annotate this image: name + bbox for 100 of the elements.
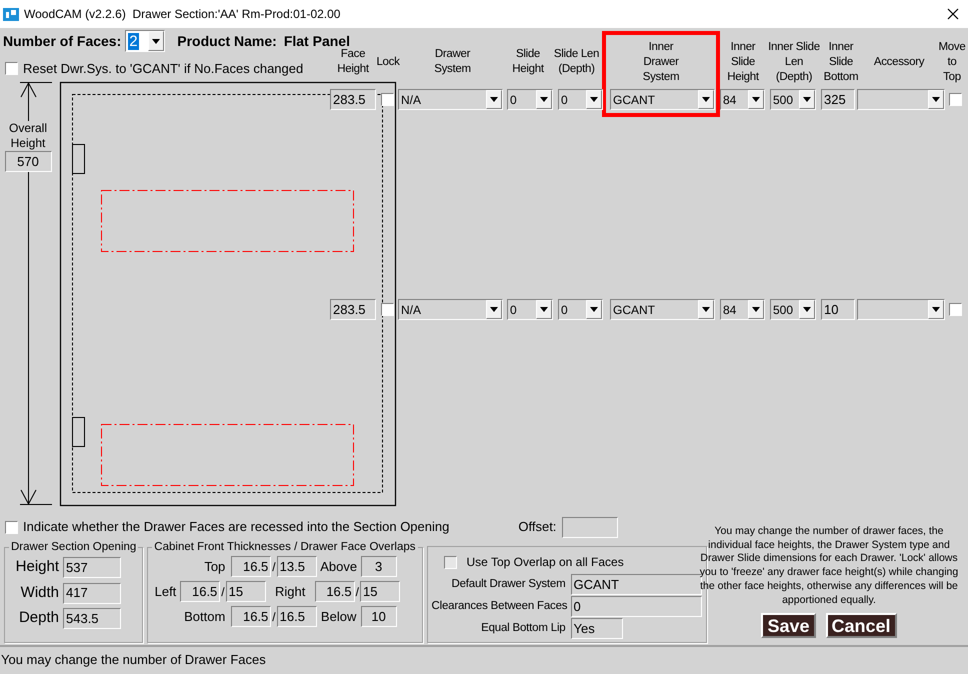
caret-icon — [932, 307, 940, 312]
input-field[interactable]: 570 — [4, 151, 52, 172]
help-text: You may change the number of drawer faces, the individual face heights, the Drawer System type and Drawer Slide dimensions for each Drawer. 'Lock' allows you to 'freeze' any drawer face height(s) while changing the other face heights, otherwise any differences will be apportioned equally. — [698, 525, 960, 608]
checkbox[interactable] — [949, 93, 962, 106]
field-label: Equal Bottom Lip — [480, 620, 566, 636]
dropdown[interactable] — [857, 299, 945, 320]
window-title: WoodCAM (v2.2.6) Drawer Section:'AA' Rm-Prod:01-02.00 — [24, 6, 340, 23]
close-icon[interactable] — [947, 8, 959, 20]
input-field[interactable]: 3 — [360, 556, 397, 578]
checkbox[interactable] — [5, 62, 18, 76]
dropdown[interactable]: 0 — [507, 299, 553, 320]
dropdown-arrow-button[interactable] — [586, 90, 602, 109]
dropdown-arrow-button[interactable] — [586, 300, 602, 319]
input-field[interactable]: 537 — [63, 557, 121, 578]
dropdown-arrow-button[interactable] — [486, 90, 502, 109]
input-field[interactable]: GCANT — [570, 574, 702, 595]
input-field[interactable] — [562, 516, 618, 538]
dropdown-arrow-button[interactable] — [698, 90, 714, 109]
group-title: Cabinet Front Thicknesses / Drawer Face Overlaps — [153, 540, 416, 555]
handle — [72, 144, 85, 174]
dropdown[interactable]: N/A — [398, 299, 503, 320]
dropdown[interactable]: 500 — [770, 89, 816, 110]
field-label: Width — [20, 582, 59, 603]
dropdown-arrow-button[interactable] — [799, 300, 815, 319]
dropdown[interactable]: 0 — [558, 299, 603, 320]
checkbox-label: Use Top Overlap on all Faces — [466, 554, 624, 571]
dropdown-arrow-button[interactable] — [748, 90, 764, 109]
faces-count-dropdown[interactable]: 2 — [125, 30, 166, 52]
dropdown-arrow-button[interactable] — [928, 300, 944, 319]
field-label: Left — [154, 583, 178, 601]
input-field[interactable]: 16.5 — [231, 556, 272, 578]
product-name: Flat Panel — [284, 32, 350, 49]
input-field[interactable]: 15 — [226, 581, 266, 602]
caret-icon — [152, 38, 160, 44]
checkbox-label: Indicate whether the Drawer Faces are recessed into the Section Opening — [23, 518, 450, 536]
input-field[interactable]: 16.5 — [180, 581, 220, 602]
dropdown[interactable]: GCANT — [610, 89, 715, 110]
input-field[interactable]: 283.5 — [330, 89, 376, 110]
input-field[interactable]: Yes — [570, 618, 622, 639]
input-field[interactable]: 10 — [360, 606, 397, 628]
dropdown-arrow-button[interactable] — [536, 300, 552, 319]
input-field[interactable]: 417 — [63, 582, 121, 604]
input-field[interactable]: 325 — [821, 89, 855, 110]
input-field[interactable]: 16.5 — [276, 606, 317, 628]
caret-icon — [803, 97, 811, 102]
dropdown-arrow-button[interactable] — [748, 300, 764, 319]
dropdown[interactable]: 84 — [720, 299, 765, 320]
dropdown-arrow-button[interactable] — [148, 31, 164, 51]
field-label: Depth — [18, 608, 59, 628]
field-label: Below — [320, 608, 358, 626]
dropdown-arrow-button[interactable] — [799, 90, 815, 109]
input-field[interactable]: 16.5 — [231, 606, 272, 628]
input-field[interactable]: 13.5 — [276, 556, 317, 578]
checkbox[interactable] — [5, 520, 18, 534]
dropdown[interactable]: 84 — [720, 89, 765, 110]
field-label: Above — [319, 558, 358, 576]
handle — [72, 417, 85, 447]
checkbox-label: Reset Dwr.Sys. to 'GCANT' if No.Faces changed — [23, 60, 304, 78]
field-label: Default Drawer System — [450, 576, 566, 592]
dialog-button[interactable]: Save — [761, 613, 816, 638]
dropdown-arrow-button[interactable] — [536, 90, 552, 109]
field-label: Clearances Between Faces — [432, 598, 566, 614]
dropdown-arrow-button[interactable] — [698, 300, 714, 319]
dropdown-arrow-button[interactable] — [486, 300, 502, 319]
input-field[interactable]: 15 — [360, 581, 400, 602]
dialog-button[interactable]: Cancel — [826, 613, 897, 638]
dropdown[interactable]: 0 — [507, 89, 553, 110]
caret-icon — [803, 307, 811, 312]
dropdown[interactable]: 500 — [770, 299, 816, 320]
checkbox[interactable] — [949, 303, 962, 316]
caret-icon — [590, 307, 598, 312]
dropdown-arrow-button[interactable] — [928, 90, 944, 109]
status-text: You may change the number of Drawer Faces — [1, 651, 266, 669]
app-icon — [3, 6, 19, 22]
caret-icon — [702, 307, 710, 312]
input-field[interactable]: 16.5 — [314, 581, 355, 602]
input-field[interactable]: 543.5 — [63, 608, 121, 629]
input-field[interactable]: 283.5 — [330, 299, 376, 320]
field-label: Height — [14, 557, 59, 578]
input-field[interactable]: 0 — [570, 596, 702, 617]
input-field[interactable]: 10 — [821, 299, 855, 320]
checkbox[interactable] — [381, 303, 394, 316]
caret-icon — [490, 307, 498, 312]
slash-separator: / — [220, 584, 226, 601]
caret-icon — [752, 97, 760, 102]
column-header: Face Height — [337, 47, 369, 77]
checkbox[interactable] — [381, 93, 394, 106]
slash-separator: / — [271, 608, 277, 626]
caret-icon — [702, 97, 710, 102]
caret-icon — [540, 97, 548, 102]
dropdown[interactable]: N/A — [398, 89, 503, 110]
caret-icon — [752, 307, 760, 312]
field-label: Right — [274, 583, 306, 601]
dropdown[interactable]: 0 — [558, 89, 603, 110]
overall-height-label: Overall Height — [8, 121, 47, 151]
column-header: Accessory — [874, 54, 924, 70]
column-header: Inner Slide Height — [727, 40, 759, 84]
dropdown[interactable] — [857, 89, 945, 110]
dropdown[interactable]: GCANT — [610, 299, 715, 320]
slash-separator: / — [354, 584, 360, 601]
